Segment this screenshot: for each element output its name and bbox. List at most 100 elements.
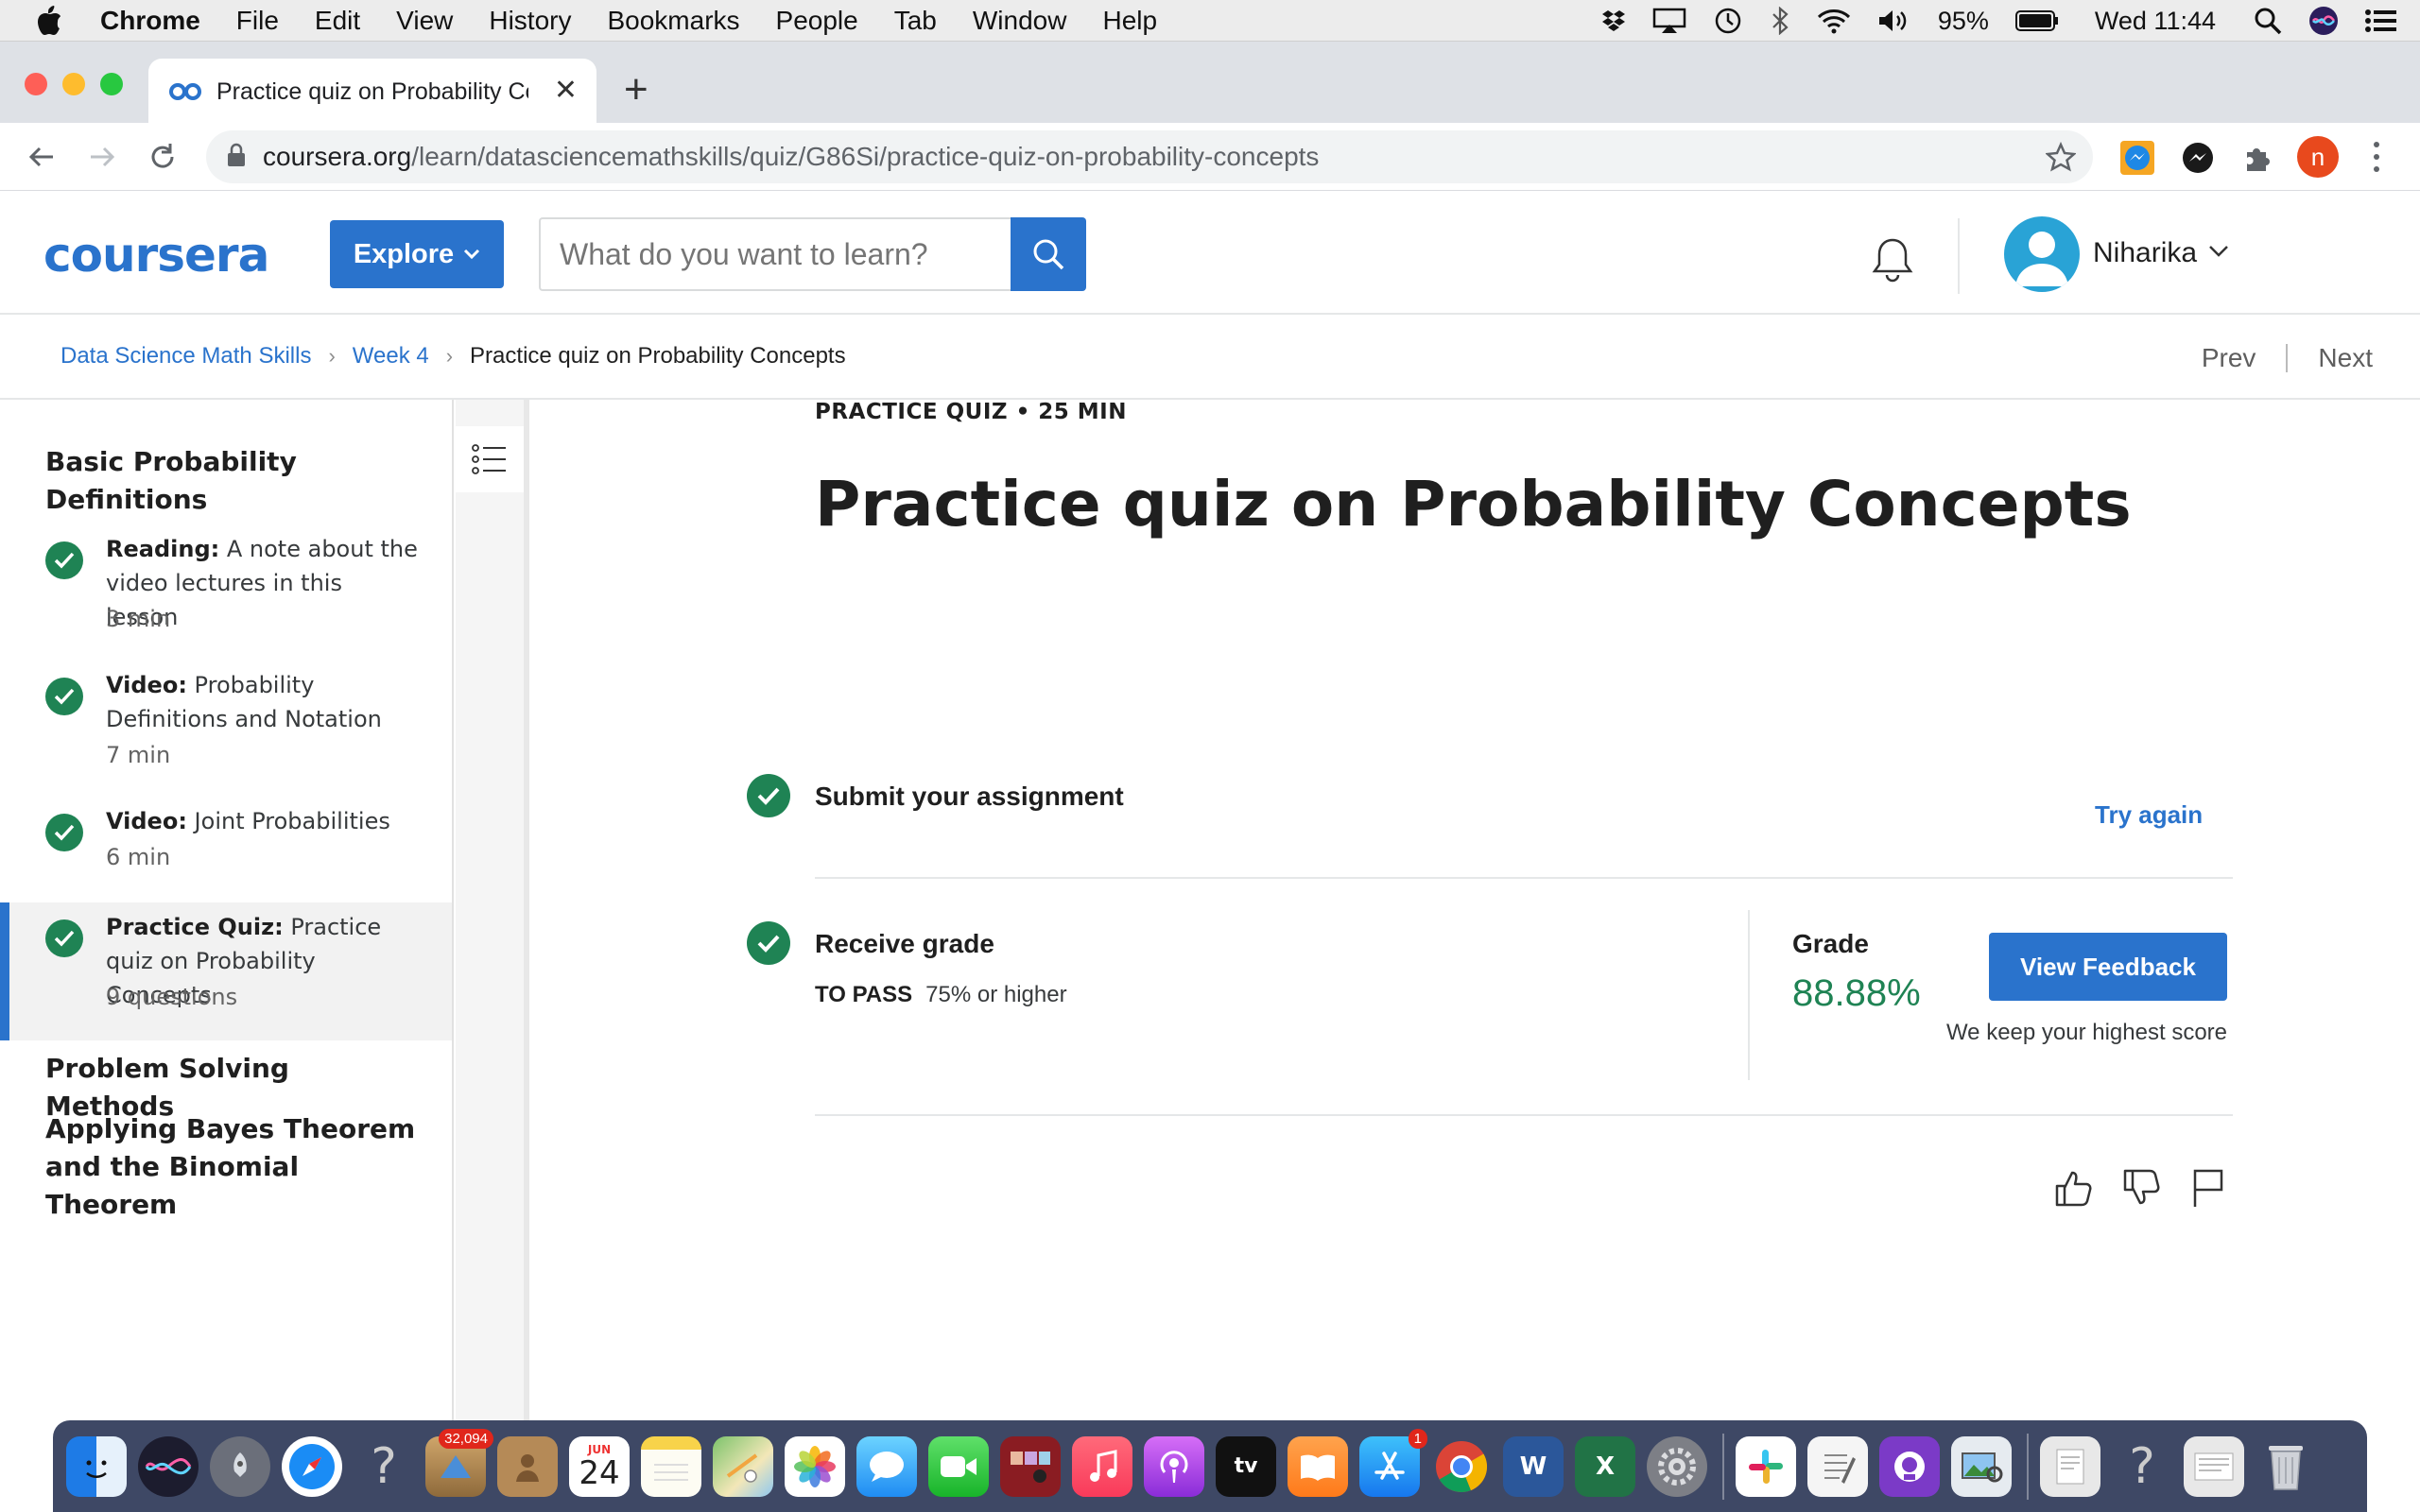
volume-icon[interactable] [1877,8,1911,34]
clock[interactable]: Wed 11:44 [2095,7,2216,36]
documents-folder-icon[interactable] [2040,1435,2100,1497]
bluetooth-icon[interactable] [1770,7,1790,35]
battery-icon[interactable] [2014,9,2059,32]
preview-icon[interactable] [1951,1435,2012,1497]
slack-icon[interactable] [1736,1435,1796,1497]
explore-label: Explore [353,238,455,269]
try-again-link[interactable]: Try again [2095,800,2203,830]
sidebar-item-reading[interactable]: Reading: A note about the video lectures… [0,532,452,664]
search-button[interactable] [1011,217,1086,291]
submit-step-label: Submit your assignment [815,782,1124,811]
window-minimize-button[interactable] [62,73,85,95]
reload-button[interactable] [144,138,182,176]
menu-tab[interactable]: Tab [894,6,937,36]
menu-edit[interactable]: Edit [315,6,360,36]
downloads-stack-icon[interactable] [2184,1435,2244,1497]
siri-icon[interactable] [2308,6,2339,36]
app-store-icon[interactable]: 1 [1359,1428,1427,1497]
word-icon[interactable]: W [1503,1435,1564,1497]
menu-help[interactable]: Help [1102,6,1157,36]
system-preferences-icon[interactable] [1647,1435,1707,1497]
thumbs-up-icon[interactable] [2051,1165,2097,1211]
photos-icon[interactable] [785,1435,845,1497]
tab-close-icon[interactable]: ✕ [554,77,578,105]
window-close-button[interactable] [25,73,47,95]
explore-button[interactable]: Explore [330,220,504,288]
profile-avatar-button[interactable]: n [2297,136,2339,178]
time-machine-icon[interactable] [1713,6,1743,36]
safari-icon[interactable] [282,1435,342,1497]
facetime-icon[interactable] [928,1435,989,1497]
photo-booth-icon[interactable] [1000,1435,1061,1497]
contacts-icon[interactable] [497,1435,558,1497]
unknown-app-icon[interactable]: ? [354,1436,414,1497]
excel-icon[interactable]: X [1575,1435,1635,1497]
menu-file[interactable]: File [236,6,279,36]
dropbox-icon[interactable] [1601,9,1626,33]
sidebar-section-bayes[interactable]: Applying Bayes Theorem and the Binomial … [45,1110,424,1224]
menu-app-name[interactable]: Chrome [100,6,200,36]
spotlight-icon[interactable] [2254,7,2282,35]
unknown-stack-icon[interactable]: ? [2112,1436,2172,1497]
messenger-icon[interactable] [2178,138,2218,178]
coursera-logo[interactable]: coursera [43,228,269,283]
apple-menu-icon[interactable] [36,5,74,36]
user-name[interactable]: Niharika [2093,237,2197,269]
finder-icon[interactable] [66,1435,127,1497]
outline-list-icon[interactable] [456,426,524,492]
sidebar-section-basic-probability[interactable]: Basic Probability Definitions [45,443,424,519]
sidebar-item-video-definitions[interactable]: Video: Probability Definitions and Notat… [0,668,452,800]
forward-button[interactable] [83,138,121,176]
sidebar-item-video-joint[interactable]: Video: Joint Probabilities 6 min [0,804,452,908]
chrome-menu-icon[interactable] [2367,138,2386,176]
books-icon[interactable] [1288,1435,1348,1497]
breadcrumb-bar: Data Science Math Skills › Week 4 › Prac… [0,315,2420,400]
wifi-icon[interactable] [1817,8,1851,34]
chrome-icon[interactable] [1431,1436,1492,1497]
search-input[interactable] [539,217,1011,291]
textedit-icon[interactable] [1807,1435,1868,1497]
user-avatar[interactable] [2004,216,2080,292]
siri-dock-icon[interactable] [138,1435,199,1497]
airplay-icon[interactable] [1652,8,1686,34]
trash-icon[interactable] [2256,1436,2316,1497]
messenger-extension-icon[interactable] [2118,138,2157,178]
menu-view[interactable]: View [396,6,453,36]
launchpad-icon[interactable] [210,1435,270,1497]
menu-bookmarks[interactable]: Bookmarks [607,6,739,36]
window-zoom-button[interactable] [100,73,123,95]
notes-icon[interactable] [641,1435,701,1497]
new-tab-button[interactable]: + [624,66,648,113]
url-text[interactable]: coursera.org/learn/datasciencemathskills… [263,142,1319,172]
menu-history[interactable]: History [489,6,571,36]
user-menu-chevron-icon[interactable] [2208,245,2229,263]
view-feedback-button[interactable]: View Feedback [1989,933,2227,1001]
notifications-bell-icon[interactable] [1868,235,1917,289]
breadcrumb-week[interactable]: Week 4 [353,343,429,369]
sidebar-item-practice-quiz[interactable]: Practice Quiz: Practice quiz on Probabil… [0,902,452,1040]
breadcrumb-course[interactable]: Data Science Math Skills [60,343,311,369]
prev-next-divider [2286,344,2289,372]
extensions-puzzle-icon[interactable] [2237,138,2276,178]
prev-button[interactable]: Prev [2202,343,2256,373]
thumbs-down-icon[interactable] [2119,1165,2165,1211]
maps-icon[interactable] [713,1435,773,1497]
browser-tab-active[interactable]: Practice quiz on Probability Concepts ✕ [148,59,596,125]
flag-icon[interactable] [2186,1165,2231,1211]
bookmark-star-icon[interactable] [2044,141,2078,177]
calendar-icon[interactable]: JUN 24 [569,1435,630,1497]
menu-people[interactable]: People [776,6,858,36]
prev-next-nav: Prev Next [2202,343,2373,373]
address-bar[interactable]: coursera.org/learn/datasciencemathskills… [206,130,2093,183]
music-icon[interactable] [1072,1435,1132,1497]
back-button[interactable] [23,138,60,176]
apple-tv-icon[interactable]: tv [1216,1435,1276,1497]
messages-icon[interactable] [856,1435,917,1497]
mail-icon[interactable]: 32,094 [425,1428,493,1497]
lock-icon[interactable] [227,143,250,172]
next-button[interactable]: Next [2318,343,2373,373]
control-center-icon[interactable] [2365,9,2397,33]
github-desktop-icon[interactable] [1879,1435,1940,1497]
podcasts-icon[interactable] [1144,1435,1204,1497]
menu-window[interactable]: Window [973,6,1067,36]
